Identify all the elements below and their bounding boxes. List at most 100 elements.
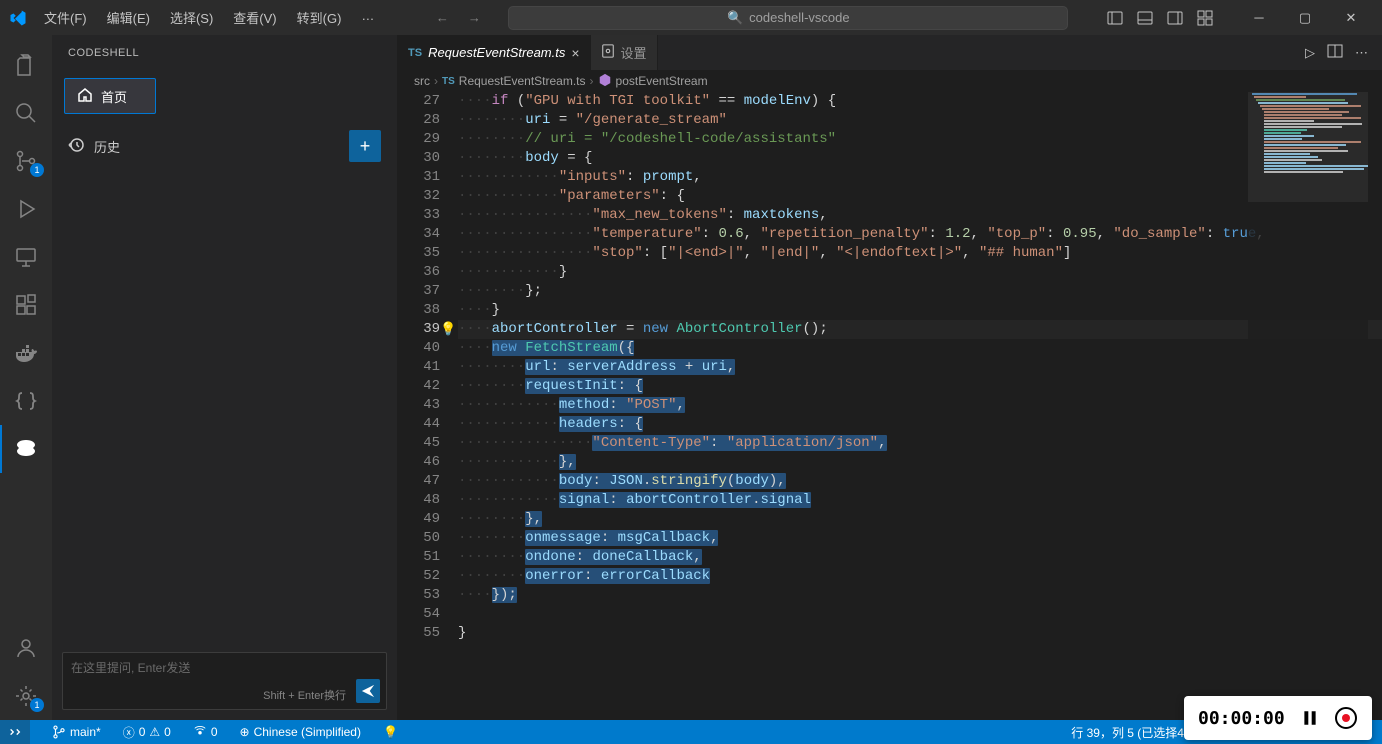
code-line[interactable]: ····}); xyxy=(458,586,1382,605)
menu-edit[interactable]: 编辑(E) xyxy=(99,4,158,31)
tab-settings[interactable]: 设置 xyxy=(591,35,658,70)
code-line[interactable]: ········uri = "/generate_stream" xyxy=(458,111,1382,130)
more-actions-icon[interactable]: ⋯ xyxy=(1355,45,1368,61)
run-icon[interactable]: ▷ xyxy=(1305,45,1315,61)
ports-indicator[interactable]: 0 xyxy=(189,720,222,744)
typescript-icon: TS xyxy=(442,76,455,87)
menu-selection[interactable]: 选择(S) xyxy=(162,4,221,31)
line-number: 36 xyxy=(398,263,440,282)
home-label: 首页 xyxy=(101,87,127,106)
menu-go[interactable]: 转到(G) xyxy=(289,4,350,31)
command-center-text: codeshell-vscode xyxy=(749,10,849,25)
tab-close-icon[interactable]: × xyxy=(571,45,579,61)
activity-docker-icon[interactable] xyxy=(0,329,52,377)
tab-requesteventstream[interactable]: TS RequestEventStream.ts × xyxy=(398,35,591,70)
branch-indicator[interactable]: main* xyxy=(48,720,105,744)
activity-codeshell-icon[interactable] xyxy=(0,425,52,473)
customize-layout-icon[interactable] xyxy=(1194,7,1216,29)
code-line[interactable]: ········}, xyxy=(458,510,1382,529)
window-controls: ─ ▢ ✕ xyxy=(1236,0,1374,35)
recorder-pause-button[interactable] xyxy=(1299,707,1321,729)
toggle-secondary-sidebar-icon[interactable] xyxy=(1164,7,1186,29)
code-line[interactable]: ········// uri = "/codeshell-code/assist… xyxy=(458,130,1382,149)
breadcrumb[interactable]: src › TS RequestEventStream.ts › postEve… xyxy=(398,70,1382,92)
code-line[interactable]: ············"parameters": { xyxy=(458,187,1382,206)
activity-remote-icon[interactable] xyxy=(0,233,52,281)
code-line[interactable]: ············headers: { xyxy=(458,415,1382,434)
code-line[interactable] xyxy=(458,605,1382,624)
code-line[interactable]: ····if ("GPU with TGI toolkit" == modelE… xyxy=(458,92,1382,111)
breadcrumb-symbol[interactable]: postEventStream xyxy=(616,74,708,88)
activity-account-icon[interactable] xyxy=(0,624,52,672)
code-line[interactable]: ········onerror: errorCallback xyxy=(458,567,1382,586)
menu-view[interactable]: 查看(V) xyxy=(225,4,284,31)
nav-back-icon[interactable]: ← xyxy=(430,6,454,30)
maximize-icon[interactable]: ▢ xyxy=(1282,0,1328,35)
code-line[interactable]: ················"temperature": 0.6, "rep… xyxy=(458,225,1382,244)
code-editor[interactable]: 2728293031323334353637383940414243444546… xyxy=(398,92,1382,720)
breadcrumb-folder[interactable]: src xyxy=(414,74,430,88)
radio-icon xyxy=(193,724,207,741)
tab-filename: RequestEventStream.ts xyxy=(428,45,565,60)
line-number: 50 xyxy=(398,529,440,548)
tab-actions: ▷ ⋯ xyxy=(1305,35,1382,70)
lightbulb-status[interactable]: 💡 xyxy=(379,720,402,744)
code-line[interactable]: ····} xyxy=(458,301,1382,320)
remote-indicator[interactable] xyxy=(0,720,30,744)
activity-source-control-icon[interactable]: 1 xyxy=(0,137,52,185)
minimap[interactable] xyxy=(1248,92,1368,712)
lightbulb-icon[interactable]: 💡 xyxy=(440,320,456,339)
breadcrumb-file[interactable]: RequestEventStream.ts xyxy=(459,74,586,88)
code-line[interactable]: } xyxy=(458,624,1382,643)
error-icon: ⓧ xyxy=(123,724,135,741)
nav-forward-icon[interactable]: → xyxy=(462,6,486,30)
code-line[interactable]: ············}, xyxy=(458,453,1382,472)
activity-search-icon[interactable] xyxy=(0,89,52,137)
code-line[interactable]: ············body: JSON.stringify(body), xyxy=(458,472,1382,491)
typescript-icon: TS xyxy=(408,47,422,59)
close-window-icon[interactable]: ✕ xyxy=(1328,0,1374,35)
chat-input[interactable]: 在这里提问, Enter发送 Shift + Enter换行 xyxy=(62,652,387,710)
code-line[interactable]: ········body = { xyxy=(458,149,1382,168)
add-button[interactable]: + xyxy=(349,130,381,162)
menu-overflow[interactable]: … xyxy=(353,4,382,31)
line-number: 46 xyxy=(398,453,440,472)
code-line[interactable]: ················"max_new_tokens": maxtok… xyxy=(458,206,1382,225)
activity-settings-icon[interactable]: 1 xyxy=(0,672,52,720)
code-line[interactable]: ····abortController = new AbortControlle… xyxy=(458,320,1382,339)
code-line[interactable]: ············method: "POST", xyxy=(458,396,1382,415)
language-status[interactable]: ⊕ Chinese (Simplified) xyxy=(236,720,365,744)
menu-file[interactable]: 文件(F) xyxy=(36,4,95,31)
code-line[interactable]: ················"stop": ["|<end>|", "|en… xyxy=(458,244,1382,263)
problems-indicator[interactable]: ⓧ0 ⚠0 xyxy=(119,720,175,744)
code-line[interactable]: ········requestInit: { xyxy=(458,377,1382,396)
recorder-stop-button[interactable] xyxy=(1335,707,1357,729)
activity-bracket-icon[interactable] xyxy=(0,377,52,425)
line-number: 37 xyxy=(398,282,440,301)
code-line[interactable]: ············"inputs": prompt, xyxy=(458,168,1382,187)
code-line[interactable]: ············} xyxy=(458,263,1382,282)
activity-extensions-icon[interactable] xyxy=(0,281,52,329)
home-button[interactable]: 首页 xyxy=(64,78,156,114)
minimize-icon[interactable]: ─ xyxy=(1236,0,1282,35)
source-control-badge: 1 xyxy=(30,163,44,177)
toggle-panel-icon[interactable] xyxy=(1134,7,1156,29)
activity-debug-icon[interactable] xyxy=(0,185,52,233)
code-line[interactable]: ············signal: abortController.sign… xyxy=(458,491,1382,510)
line-number: 47 xyxy=(398,472,440,491)
toggle-primary-sidebar-icon[interactable] xyxy=(1104,7,1126,29)
activity-explorer-icon[interactable] xyxy=(0,41,52,89)
split-editor-icon[interactable] xyxy=(1327,43,1343,62)
code-line[interactable]: ········onmessage: msgCallback, xyxy=(458,529,1382,548)
settings-file-icon xyxy=(601,44,615,61)
minimap-viewport[interactable] xyxy=(1248,92,1368,202)
line-number: 40 xyxy=(398,339,440,358)
code-line[interactable]: ········url: serverAddress + uri, xyxy=(458,358,1382,377)
code-content[interactable]: ····if ("GPU with TGI toolkit" == modelE… xyxy=(458,92,1382,720)
send-button[interactable] xyxy=(356,679,380,703)
command-center[interactable]: 🔍 codeshell-vscode xyxy=(508,6,1068,30)
code-line[interactable]: ········ondone: doneCallback, xyxy=(458,548,1382,567)
code-line[interactable]: ········}; xyxy=(458,282,1382,301)
code-line[interactable]: ················"Content-Type": "applica… xyxy=(458,434,1382,453)
code-line[interactable]: ····new FetchStream({ xyxy=(458,339,1382,358)
